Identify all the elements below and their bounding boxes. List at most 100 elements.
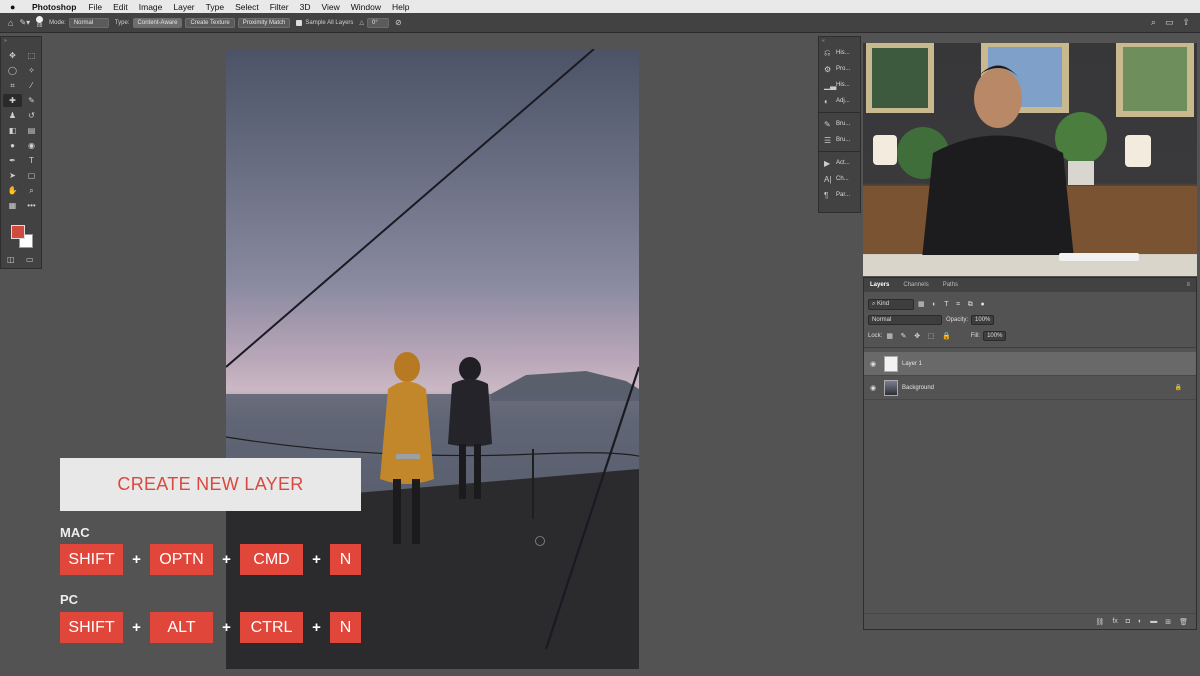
visibility-eye-icon[interactable]: ◉	[870, 360, 884, 368]
menu-type[interactable]: Type	[206, 2, 224, 12]
healing-brush-tool-icon[interactable]: ✚	[3, 94, 22, 107]
tab-paths[interactable]: Paths	[937, 282, 966, 288]
crop-tool-icon[interactable]: ⌗	[3, 79, 22, 92]
foreground-color-swatch[interactable]	[11, 225, 25, 239]
layer-row-background[interactable]: ◉ Background 🔒	[864, 376, 1196, 400]
panel-character[interactable]: A| Ch...	[819, 171, 860, 187]
proximity-match-button[interactable]: Proximity Match	[237, 17, 291, 28]
toolbox-collapse-icon[interactable]: »	[1, 37, 41, 45]
add-mask-icon[interactable]: ◘	[1126, 618, 1130, 625]
panel-actions[interactable]: ▶ Act...	[819, 155, 860, 171]
new-group-icon[interactable]: ▬	[1150, 618, 1157, 625]
panel-adjustments[interactable]: ◐ Adj...	[819, 93, 860, 109]
filter-toggle-icon[interactable]: ●	[980, 301, 984, 308]
screen-mode-icon[interactable]: ▭	[26, 255, 34, 264]
lock-image-icon[interactable]: ✎	[901, 333, 907, 340]
blur-tool-icon[interactable]: ●	[3, 139, 22, 152]
filter-shape-icon[interactable]: ⌗	[956, 301, 960, 308]
content-aware-button[interactable]: Content-Aware	[132, 17, 183, 28]
magic-wand-tool-icon[interactable]: ✧	[22, 64, 41, 77]
document-canvas[interactable]	[226, 49, 639, 669]
menu-layer[interactable]: Layer	[173, 2, 194, 12]
blend-mode-select[interactable]: Normal	[868, 315, 942, 325]
menu-file[interactable]: File	[88, 2, 102, 12]
visibility-eye-icon[interactable]: ◉	[870, 384, 884, 392]
brush-size-picker[interactable]: 88	[36, 16, 44, 29]
sample-all-layers-checkbox[interactable]	[296, 19, 303, 26]
type-tool-icon[interactable]: T	[22, 154, 41, 167]
apple-icon[interactable]: ●	[10, 2, 20, 12]
eyedropper-tool-icon[interactable]: ⁄	[22, 79, 41, 92]
layer-name: Layer 1	[902, 360, 923, 367]
dodge-tool-icon[interactable]: ◉	[22, 139, 41, 152]
plus-sign: +	[132, 619, 141, 636]
menu-window[interactable]: Window	[351, 2, 381, 12]
menu-image[interactable]: Image	[139, 2, 163, 12]
filter-pixel-icon[interactable]: ▦	[918, 301, 925, 308]
more-tools-icon[interactable]: •••	[22, 199, 41, 212]
adjustments-icon: ◐	[824, 96, 829, 106]
fill-input[interactable]: 100%	[983, 331, 1007, 341]
histogram-icon: ▁▃	[824, 80, 837, 90]
overlay-title: CREATE NEW LAYER	[60, 458, 361, 511]
menu-edit[interactable]: Edit	[113, 2, 128, 12]
panel-brush-settings[interactable]: ☰ Bru...	[819, 132, 860, 148]
layer-row-layer-1[interactable]: ◉ Layer 1	[864, 352, 1196, 376]
menu-help[interactable]: Help	[392, 2, 409, 12]
edit-toolbar-icon[interactable]: ▦	[3, 199, 22, 212]
history-brush-tool-icon[interactable]: ↺	[22, 109, 41, 122]
clone-stamp-tool-icon[interactable]: ♟	[3, 109, 22, 122]
home-icon[interactable]: ⌂	[8, 18, 13, 28]
opacity-input[interactable]: 100%	[971, 315, 995, 325]
panel-history[interactable]: ⎌ His...	[819, 45, 860, 61]
layer-style-icon[interactable]: fx	[1112, 618, 1117, 625]
layer-filter-select[interactable]: ⌕ Kind	[868, 298, 914, 310]
panel-histogram[interactable]: ▁▃ His...	[819, 77, 860, 93]
tab-channels[interactable]: Channels	[897, 282, 936, 288]
layer-thumbnail	[884, 355, 898, 372]
gradient-tool-icon[interactable]: ▤	[22, 124, 41, 137]
adjustment-layer-icon[interactable]: ◐	[1138, 618, 1142, 625]
angle-input[interactable]: 0°	[367, 17, 390, 28]
link-layers-icon[interactable]: ⛓	[1095, 618, 1104, 626]
share-icon[interactable]: ⇪	[1182, 17, 1190, 28]
delete-layer-icon[interactable]: 🗑	[1179, 618, 1188, 626]
mode-select[interactable]: Normal	[68, 17, 109, 28]
quick-mask-icon[interactable]: ◫	[7, 255, 15, 264]
lasso-tool-icon[interactable]: ◯	[3, 64, 22, 77]
brush-tool-icon[interactable]: ✎	[22, 94, 41, 107]
filter-adjustment-icon[interactable]: ◐	[932, 301, 936, 308]
pressure-icon[interactable]: ⊘	[395, 18, 402, 27]
menu-filter[interactable]: Filter	[270, 2, 289, 12]
lock-position-icon[interactable]: ✥	[914, 333, 920, 340]
app-name-menu[interactable]: Photoshop	[32, 2, 76, 12]
hand-tool-icon[interactable]: ✋	[3, 184, 22, 197]
panel-paragraph[interactable]: ¶ Par...	[819, 187, 860, 203]
menu-select[interactable]: Select	[235, 2, 259, 12]
new-layer-icon[interactable]: ⊞	[1165, 618, 1171, 626]
move-tool-icon[interactable]: ✥	[3, 49, 22, 62]
path-selection-tool-icon[interactable]: ➤	[3, 169, 22, 182]
lock-artboard-icon[interactable]: ⬚	[928, 333, 935, 340]
menu-3d[interactable]: 3D	[300, 2, 311, 12]
pen-tool-icon[interactable]: ✒	[3, 154, 22, 167]
filter-smart-object-icon[interactable]: ⧉	[968, 301, 973, 308]
filter-type-icon[interactable]: T	[944, 301, 948, 308]
panel-properties[interactable]: ⚙ Pro...	[819, 61, 860, 77]
tab-layers[interactable]: Layers	[864, 282, 897, 288]
workspace-icon[interactable]: ▭	[1165, 17, 1174, 28]
panel-menu-icon[interactable]: ≡	[1186, 282, 1190, 288]
dock-collapse-icon[interactable]: «	[819, 37, 860, 45]
shape-tool-icon[interactable]: ▢	[22, 169, 41, 182]
search-icon[interactable]: ⌕	[1151, 17, 1156, 28]
lock-transparency-icon[interactable]: ▦	[886, 333, 893, 340]
create-texture-button[interactable]: Create Texture	[185, 17, 235, 28]
menu-view[interactable]: View	[321, 2, 339, 12]
zoom-tool-icon[interactable]: ⌕	[22, 184, 41, 197]
eraser-tool-icon[interactable]: ◧	[3, 124, 22, 137]
healing-brush-tool-icon[interactable]: ✎▾	[19, 18, 30, 27]
lock-all-icon[interactable]: 🔒	[942, 333, 951, 340]
marquee-tool-icon[interactable]: ⬚	[22, 49, 41, 62]
layer-lock-icon: 🔒	[1174, 385, 1182, 391]
panel-brushes[interactable]: ✎ Bru...	[819, 116, 860, 132]
